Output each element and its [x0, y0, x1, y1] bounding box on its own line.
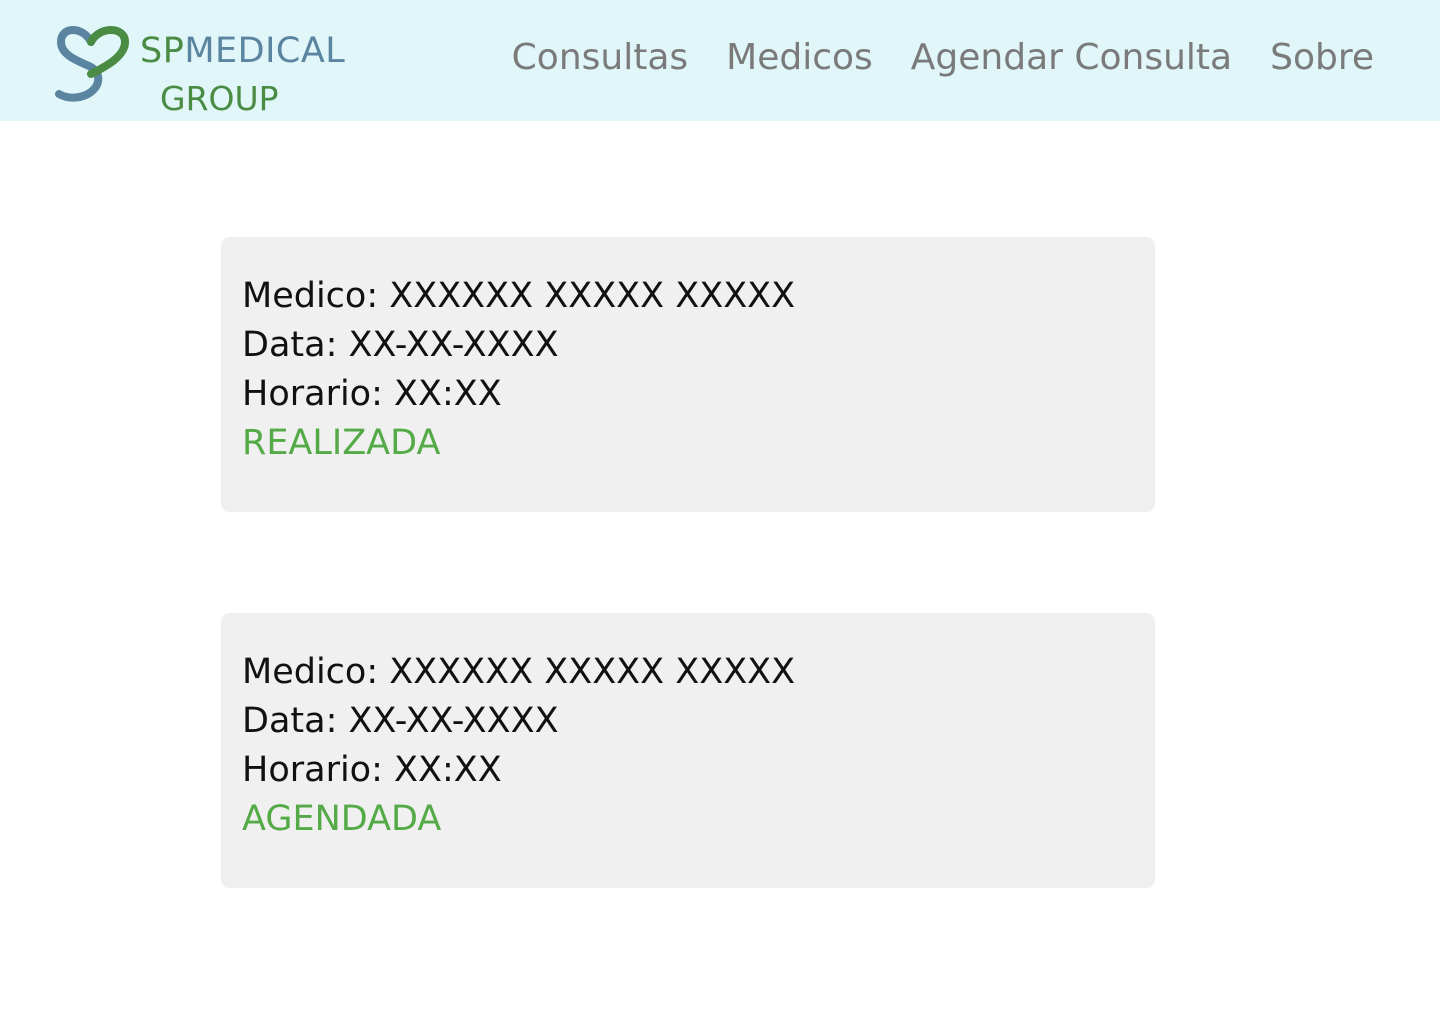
heart-s-logo-icon [55, 26, 130, 102]
appointment-horario: Horario: XX:XX [242, 374, 502, 414]
main-nav: Consultas Medicos Agendar Consulta Sobre [512, 40, 1374, 76]
nav-sobre[interactable]: Sobre [1270, 40, 1374, 76]
brand-name-sp: SP [140, 31, 185, 71]
brand-name-group: GROUP [160, 79, 279, 118]
appointment-card: Medico: XXXXXX XXXXX XXXXX Data: XX-XX-X… [221, 613, 1155, 888]
appointment-status: REALIZADA [242, 423, 441, 463]
appointment-medico: Medico: XXXXXX XXXXX XXXXX [242, 276, 796, 316]
brand-name-medical: MEDICAL [184, 31, 346, 71]
appointment-horario: Horario: XX:XX [242, 750, 502, 790]
nav-agendar-consulta[interactable]: Agendar Consulta [911, 40, 1232, 76]
brand-logo[interactable]: SPMEDICAL GROUP [55, 22, 355, 122]
appointment-data: Data: XX-XX-XXXX [242, 701, 559, 741]
appointment-medico: Medico: XXXXXX XXXXX XXXXX [242, 652, 796, 692]
appointment-data: Data: XX-XX-XXXX [242, 325, 559, 365]
nav-consultas[interactable]: Consultas [512, 40, 688, 76]
appointment-status: AGENDADA [242, 799, 442, 839]
site-header: SPMEDICAL GROUP Consultas Medicos Agenda… [0, 0, 1440, 121]
appointment-card: Medico: XXXXXX XXXXX XXXXX Data: XX-XX-X… [221, 237, 1155, 512]
brand-name: SPMEDICAL [140, 34, 345, 69]
nav-medicos[interactable]: Medicos [726, 40, 873, 76]
